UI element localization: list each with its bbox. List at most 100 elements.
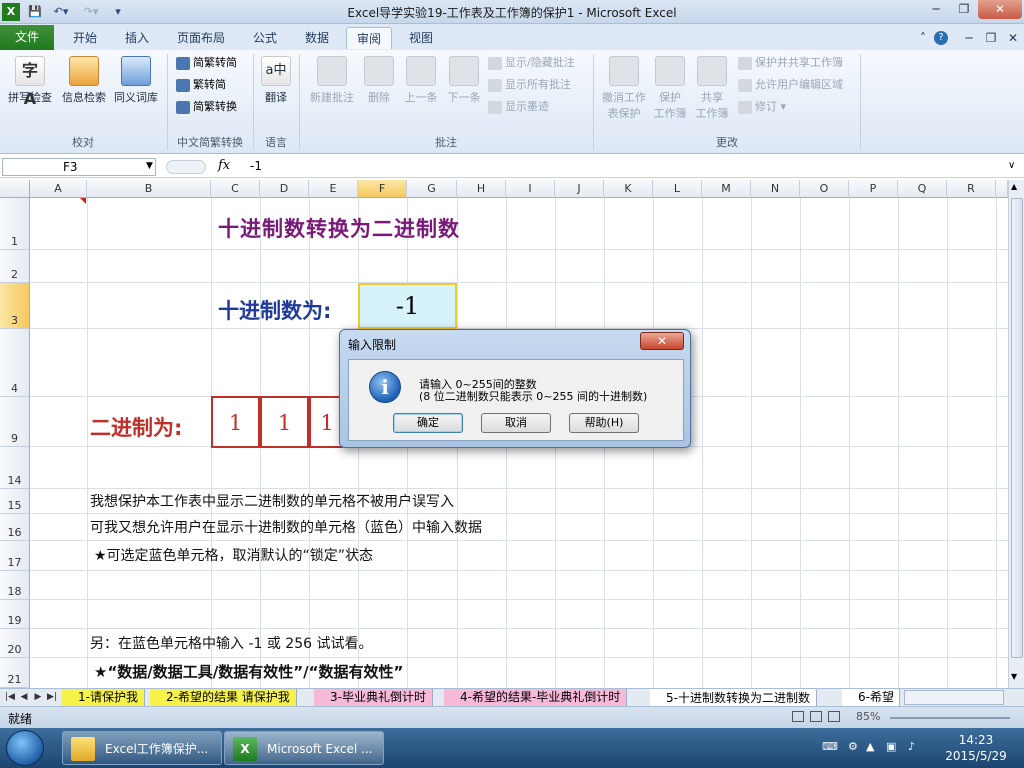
- tab-home[interactable]: 开始: [62, 27, 108, 49]
- row-header-18[interactable]: 18: [0, 571, 30, 600]
- sheet-tab-6[interactable]: 6-希望: [842, 689, 900, 706]
- share-workbook-button[interactable]: 共享 工作簿: [692, 56, 732, 121]
- tray-settings-icon[interactable]: ⚙: [848, 740, 858, 753]
- doc-minimize-icon[interactable]: ─: [960, 27, 978, 49]
- sheet-tab-3[interactable]: 3-毕业典礼倒计时: [314, 689, 433, 706]
- sheet-tab-5-active[interactable]: 5-十进制数转换为二进制数: [650, 689, 817, 706]
- sheet-tab-2[interactable]: 2-希望的结果 请保护我: [150, 689, 297, 706]
- volume-icon[interactable]: ♪: [908, 740, 915, 753]
- row-header-21[interactable]: 21: [0, 658, 30, 688]
- doc-restore-icon[interactable]: ❐: [982, 27, 1000, 49]
- col-header-r[interactable]: R: [947, 180, 996, 198]
- tab-data[interactable]: 数据: [294, 27, 340, 49]
- unprotect-sheet-button[interactable]: 撤消工作 表保护: [596, 56, 652, 121]
- col-header-e[interactable]: E: [309, 180, 358, 198]
- col-header-c[interactable]: C: [211, 180, 260, 198]
- row-header-19[interactable]: 19: [0, 600, 30, 629]
- col-header-o[interactable]: O: [800, 180, 849, 198]
- track-changes-button[interactable]: 修订 ▾: [738, 98, 786, 116]
- show-hidden-icons-icon[interactable]: ▲: [866, 740, 874, 753]
- prev-sheet-icon[interactable]: ◀: [18, 690, 30, 705]
- sheet-tab-4[interactable]: 4-希望的结果-毕业典礼倒计时: [444, 689, 628, 706]
- name-box-dropdown-icon[interactable]: ▼: [146, 161, 153, 171]
- normal-view-icon[interactable]: [792, 711, 804, 722]
- scrollbar-thumb[interactable]: [1011, 198, 1023, 658]
- tab-file[interactable]: 文件: [0, 25, 54, 50]
- taskbar-item-excel[interactable]: X Microsoft Excel ...: [224, 731, 384, 765]
- show-hide-comment-button[interactable]: 显示/隐藏批注: [488, 54, 575, 72]
- tab-insert[interactable]: 插入: [114, 27, 160, 49]
- tab-view[interactable]: 视图: [398, 27, 444, 49]
- research-button[interactable]: 信息检索: [58, 56, 110, 105]
- protect-share-button[interactable]: 保护并共享工作簿: [738, 54, 843, 72]
- dialog-close-button[interactable]: ✕: [640, 332, 684, 350]
- start-button[interactable]: [6, 730, 44, 766]
- row-header-3[interactable]: 3: [0, 283, 30, 329]
- show-all-comments-button[interactable]: 显示所有批注: [488, 76, 571, 94]
- cancel-button[interactable]: 取消: [481, 413, 551, 433]
- last-sheet-icon[interactable]: ▶|: [46, 690, 58, 705]
- zoom-slider[interactable]: [890, 717, 1010, 719]
- col-header-j[interactable]: J: [555, 180, 604, 198]
- col-header-m[interactable]: M: [702, 180, 751, 198]
- to-simplified-button[interactable]: 繁转简: [176, 76, 226, 94]
- system-clock[interactable]: 14:23 2015/5/29: [936, 732, 1016, 764]
- sheet-tab-1[interactable]: 1-请保护我: [62, 689, 145, 706]
- row-header-14[interactable]: 14: [0, 447, 30, 489]
- binary-digit-cell[interactable]: 1: [211, 396, 260, 448]
- thesaurus-button[interactable]: 同义词库: [110, 56, 162, 105]
- col-header-l[interactable]: L: [653, 180, 702, 198]
- tab-review[interactable]: 审阅: [346, 27, 392, 49]
- name-box[interactable]: F3: [2, 158, 156, 176]
- select-all-corner[interactable]: [0, 180, 30, 198]
- spell-check-button[interactable]: 字A 拼写检查: [4, 56, 56, 108]
- ribbon-minimize-icon[interactable]: ˄: [916, 27, 930, 49]
- formula-input[interactable]: -1: [250, 159, 262, 173]
- chinese-conversion-button[interactable]: 简繁转换: [176, 98, 237, 116]
- next-sheet-icon[interactable]: ▶: [32, 690, 44, 705]
- page-break-view-icon[interactable]: [828, 711, 840, 722]
- scroll-down-icon[interactable]: ▼: [1011, 672, 1017, 681]
- translate-button[interactable]: a中 翻译: [256, 56, 296, 105]
- col-header-p[interactable]: P: [849, 180, 898, 198]
- next-comment-button[interactable]: 下一条: [444, 56, 484, 105]
- col-header-g[interactable]: G: [407, 180, 457, 198]
- doc-close-icon[interactable]: ✕: [1004, 27, 1022, 49]
- insert-function-icon[interactable]: fx: [218, 158, 230, 173]
- first-sheet-icon[interactable]: |◀: [4, 690, 16, 705]
- close-window-button[interactable]: ✕: [978, 0, 1022, 19]
- col-header-d[interactable]: D: [260, 180, 309, 198]
- taskbar-item-folder[interactable]: Excel工作簿保护...: [62, 731, 222, 765]
- comment-indicator[interactable]: [80, 198, 86, 204]
- page-layout-view-icon[interactable]: [810, 711, 822, 722]
- col-header-b[interactable]: B: [87, 180, 211, 198]
- help-icon[interactable]: ?: [934, 31, 948, 45]
- vertical-scrollbar[interactable]: ▲ ▼: [1008, 180, 1024, 688]
- row-header-17[interactable]: 17: [0, 541, 30, 571]
- network-icon[interactable]: ▣: [886, 740, 896, 753]
- tab-formulas[interactable]: 公式: [242, 27, 288, 49]
- horizontal-scrollbar[interactable]: [904, 690, 1004, 705]
- col-header-n[interactable]: N: [751, 180, 800, 198]
- row-header-9[interactable]: 9: [0, 397, 30, 447]
- expand-formula-bar-icon[interactable]: ∨: [1008, 160, 1015, 171]
- scroll-up-icon[interactable]: ▲: [1011, 182, 1017, 191]
- col-header-a[interactable]: A: [30, 180, 87, 198]
- protect-workbook-button[interactable]: 保护 工作簿: [650, 56, 690, 121]
- previous-comment-button[interactable]: 上一条: [400, 56, 442, 105]
- binary-digit-cell[interactable]: 1: [260, 396, 309, 448]
- col-header-k[interactable]: K: [604, 180, 653, 198]
- ok-button[interactable]: 确定: [393, 413, 463, 433]
- row-header-1[interactable]: 1: [0, 198, 30, 250]
- binary-digit-cell[interactable]: 1: [309, 396, 343, 448]
- zoom-level[interactable]: 85%: [856, 710, 880, 723]
- col-header-h[interactable]: H: [457, 180, 506, 198]
- formula-bar-resize-handle[interactable]: [166, 160, 206, 174]
- row-header-15[interactable]: 15: [0, 489, 30, 514]
- col-header-q[interactable]: Q: [898, 180, 947, 198]
- keyboard-icon[interactable]: ⌨: [822, 740, 838, 753]
- new-comment-button[interactable]: 新建批注: [304, 56, 360, 105]
- row-header-4[interactable]: 4: [0, 329, 30, 397]
- row-header-2[interactable]: 2: [0, 250, 30, 283]
- decimal-input-cell[interactable]: -1: [358, 283, 457, 329]
